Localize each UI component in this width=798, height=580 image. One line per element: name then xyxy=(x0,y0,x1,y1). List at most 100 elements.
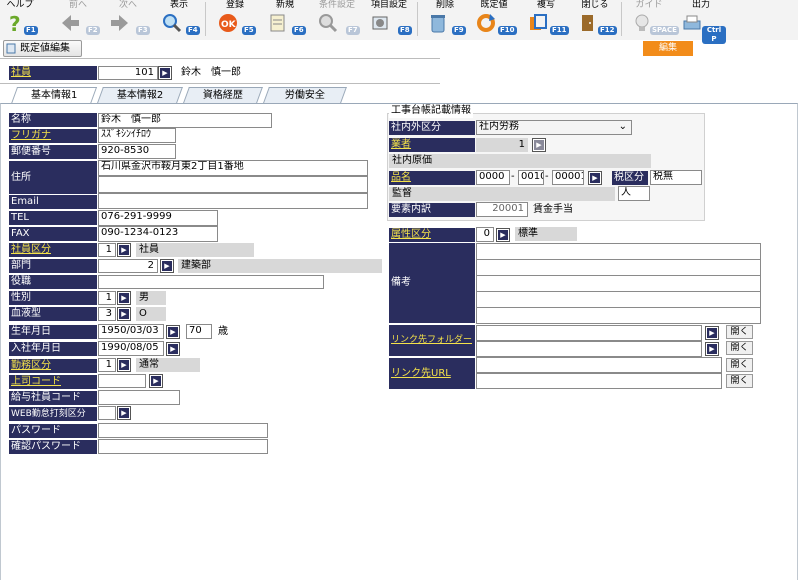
name-field[interactable]: 鈴木 慎一郎 xyxy=(98,113,272,128)
kana-label[interactable]: フリガナ xyxy=(9,129,97,143)
vendor-label[interactable]: 業者 xyxy=(389,138,475,152)
web-code[interactable] xyxy=(98,406,116,420)
remarks-line-2[interactable] xyxy=(476,259,761,276)
tab-qualifications[interactable]: 資格経歴 xyxy=(183,87,263,103)
link-folder-label[interactable]: リンク先フォルダー xyxy=(389,325,475,356)
condition-button[interactable]: 条件設定 F7 xyxy=(312,0,362,38)
employee-label[interactable]: 社員 xyxy=(9,66,97,80)
join-calendar-button[interactable]: ▶ xyxy=(166,342,180,356)
new-key: F6 xyxy=(292,26,306,35)
birth-calendar-button[interactable]: ▶ xyxy=(166,325,180,339)
boss-search-button[interactable]: ▶ xyxy=(149,374,163,388)
arrow-left-icon xyxy=(62,15,79,31)
item-settings-button[interactable]: 項目設定 F8 xyxy=(364,0,414,38)
default-key: F10 xyxy=(498,26,517,35)
prev-key: F2 xyxy=(86,26,100,35)
link-folder-open-button-1[interactable]: 開く xyxy=(726,325,753,339)
address-field-1[interactable]: 石川県金沢市鞍月東2丁目1番地 xyxy=(98,160,368,176)
help-icon: ? xyxy=(9,13,21,33)
work-type-search-button[interactable]: ▶ xyxy=(117,358,131,372)
item-settings-key: F8 xyxy=(398,26,412,35)
copy-icon xyxy=(530,14,547,30)
position-field[interactable] xyxy=(98,275,324,289)
blood-search-button[interactable]: ▶ xyxy=(117,307,131,321)
guide-button[interactable]: ガイド SPACE xyxy=(626,0,679,38)
attr-label[interactable]: 属性区分 xyxy=(389,228,475,242)
close-button[interactable]: 閉じる F12 xyxy=(572,0,618,38)
item-code-3[interactable]: 000010 xyxy=(552,170,584,185)
fax-label: FAX xyxy=(9,227,97,241)
dept-search-button[interactable]: ▶ xyxy=(160,259,174,273)
employee-code-field[interactable]: 101 xyxy=(98,66,158,80)
condition-search-icon xyxy=(319,14,338,33)
kana-field[interactable]: ｽｽﾞｷｼﾝｲﾁﾛｳ xyxy=(98,128,176,143)
register-button[interactable]: 登録 OK F5 xyxy=(212,0,258,38)
close-label: 閉じる xyxy=(581,0,609,10)
inout-select[interactable]: 社内労務 ⌄ xyxy=(476,120,632,135)
prev-button[interactable]: 前へ F2 xyxy=(54,0,102,38)
payroll-field[interactable] xyxy=(98,390,180,405)
link-url-open-button-1[interactable]: 開く xyxy=(726,358,753,372)
link-url-field-1[interactable] xyxy=(476,357,722,373)
web-search-button[interactable]: ▶ xyxy=(117,406,131,420)
work-type-code[interactable]: 1 xyxy=(98,358,116,372)
emp-type-code[interactable]: 1 xyxy=(98,243,116,257)
new-button[interactable]: 新規 F6 xyxy=(262,0,308,38)
boss-label[interactable]: 上司コード xyxy=(9,375,97,389)
emp-type-value: 社員 xyxy=(136,243,254,257)
delete-key: F9 xyxy=(452,26,466,35)
password-field[interactable] xyxy=(98,423,268,438)
delete-button[interactable]: 削除 F9 xyxy=(422,0,468,38)
item-code-1[interactable]: 0000 xyxy=(476,170,510,185)
email-field[interactable] xyxy=(98,193,368,209)
remarks-line-5[interactable] xyxy=(476,307,761,324)
address-field-2[interactable] xyxy=(98,176,368,193)
register-key: F5 xyxy=(242,26,256,35)
work-type-label[interactable]: 勤務区分 xyxy=(9,359,97,373)
remarks-line-3[interactable] xyxy=(476,275,761,292)
default-value-edit-button[interactable]: 既定値編集 xyxy=(3,40,82,57)
item-search-button[interactable]: ▶ xyxy=(588,171,602,185)
default-button[interactable]: 既定値 F10 xyxy=(470,0,518,38)
link-folder-browse-button-2[interactable]: ▶ xyxy=(705,342,719,356)
item-code-2[interactable]: 0010 xyxy=(518,170,544,185)
output-button[interactable]: 出力 Ctrl P xyxy=(676,0,726,44)
tel-field[interactable]: 076-291-9999 xyxy=(98,210,218,226)
copy-button[interactable]: 複写 F11 xyxy=(522,0,570,38)
link-folder-browse-button-1[interactable]: ▶ xyxy=(705,326,719,340)
employee-search-button[interactable]: ▶ xyxy=(158,66,172,80)
dept-code[interactable]: 2 xyxy=(98,259,158,273)
link-folder-field-1[interactable] xyxy=(476,325,702,341)
tab-labor-safety[interactable]: 労働安全 xyxy=(263,87,347,103)
gender-search-button[interactable]: ▶ xyxy=(117,291,131,305)
attr-search-button[interactable]: ▶ xyxy=(496,228,510,242)
link-folder-open-button-2[interactable]: 開く xyxy=(726,341,753,355)
guide-key: SPACE xyxy=(650,26,679,35)
help-button[interactable]: ヘルプ ? F1 xyxy=(2,0,38,38)
birth-field[interactable]: 1950/03/03 xyxy=(98,324,164,339)
tab-basic-info-2[interactable]: 基本情報2 xyxy=(97,87,183,103)
link-url-open-button-2[interactable]: 開く xyxy=(726,374,753,388)
item-label[interactable]: 品名 xyxy=(389,171,475,185)
gender-code[interactable]: 1 xyxy=(98,291,116,305)
next-button[interactable]: 次へ F3 xyxy=(104,0,152,38)
attr-code[interactable]: 0 xyxy=(476,227,494,242)
emp-type-label[interactable]: 社員区分 xyxy=(9,243,97,257)
link-url-label[interactable]: リンク先URL xyxy=(389,358,475,389)
remarks-line-1[interactable] xyxy=(476,243,761,260)
tab-basic-info-1[interactable]: 基本情報1 xyxy=(10,87,98,104)
vendor-search-button[interactable]: ▶ xyxy=(532,138,546,152)
remarks-line-4[interactable] xyxy=(476,291,761,308)
boss-code[interactable] xyxy=(98,374,146,388)
zip-field[interactable]: 920-8530 xyxy=(98,144,176,159)
blood-code[interactable]: 3 xyxy=(98,307,116,321)
emp-type-search-button[interactable]: ▶ xyxy=(117,243,131,257)
join-field[interactable]: 1990/08/05 xyxy=(98,341,164,356)
display-button[interactable]: 表示 F4 xyxy=(156,0,202,38)
password-confirm-field[interactable] xyxy=(98,439,268,454)
link-folder-field-2[interactable] xyxy=(476,341,702,357)
cost-label: 社内原価 xyxy=(389,154,651,168)
link-url-field-2[interactable] xyxy=(476,373,722,389)
age-unit: 歳 xyxy=(218,326,228,337)
fax-field[interactable]: 090-1234-0123 xyxy=(98,226,218,242)
